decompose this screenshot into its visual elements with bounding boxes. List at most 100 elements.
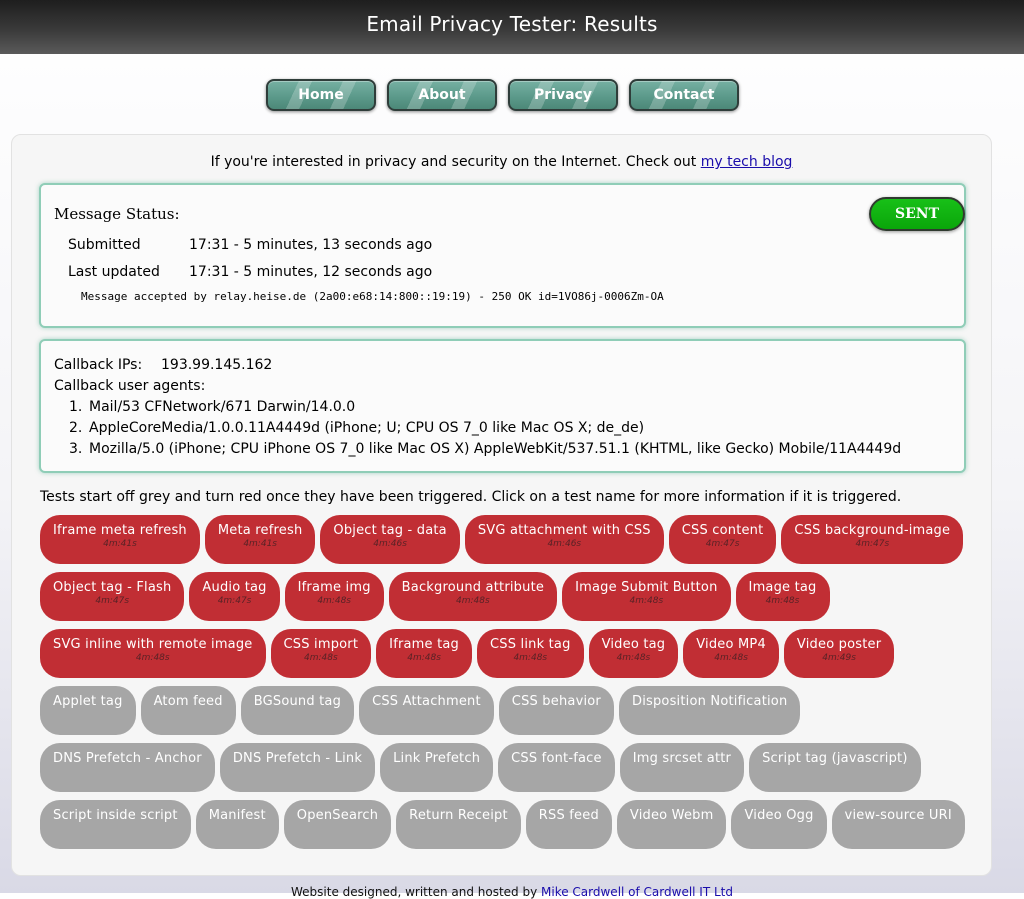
last-updated-row: Last updated 17:31 - 5 minutes, 12 second… bbox=[68, 264, 432, 280]
test-name: Iframe meta refresh bbox=[53, 523, 187, 538]
test-button[interactable]: DNS Prefetch - Link bbox=[219, 743, 376, 792]
test-button[interactable]: Object tag - Flash 4m:47s bbox=[40, 572, 185, 621]
user-agent-list: 1. Mail/53 CFNetwork/671 Darwin/14.0.0 2.… bbox=[69, 399, 901, 462]
test-name: Link Prefetch bbox=[393, 751, 481, 766]
tests-grid: Iframe meta refresh 4m:41s Meta refresh 4m:… bbox=[40, 515, 970, 849]
test-button[interactable]: CSS Attachment bbox=[359, 686, 494, 735]
test-button[interactable]: Video MP4 4m:48s bbox=[683, 629, 779, 678]
test-button[interactable]: Iframe img 4m:48s bbox=[284, 572, 384, 621]
test-trigger-time: 4m:47s bbox=[705, 539, 740, 549]
submitted-label: Submitted bbox=[68, 237, 141, 253]
test-trigger-time: 4m:49s bbox=[822, 653, 856, 663]
user-agent-text: Mozilla/5.0 (iPhone; CPU iPhone OS 7_0 l… bbox=[89, 441, 902, 457]
author-link[interactable]: Mike Cardwell of Cardwell IT Ltd bbox=[541, 885, 733, 899]
message-status-panel: Message Status: SENT Submitted 17:31 - 5 … bbox=[39, 183, 966, 328]
test-button[interactable]: Video Webm bbox=[616, 800, 727, 849]
test-name: CSS background-image bbox=[794, 523, 951, 538]
test-button[interactable]: SVG attachment with CSS 4m:46s bbox=[464, 515, 664, 564]
nav-privacy-button[interactable]: Privacy bbox=[508, 79, 618, 111]
test-button[interactable]: CSS background-image 4m:47s bbox=[781, 515, 964, 564]
callback-ips-row: Callback IPs: 193.99.145.162 bbox=[54, 357, 272, 373]
test-button[interactable]: CSS content 4m:47s bbox=[668, 515, 777, 564]
test-name: Atom feed bbox=[153, 694, 223, 709]
test-trigger-time: 4m:46s bbox=[373, 539, 407, 549]
test-button[interactable]: Iframe meta refresh 4m:41s bbox=[40, 515, 200, 564]
test-button[interactable]: OpenSearch bbox=[283, 800, 392, 849]
test-name: CSS content bbox=[681, 523, 764, 538]
test-name: CSS link tag bbox=[490, 637, 571, 652]
test-name: Script tag (javascript) bbox=[762, 751, 908, 766]
test-name: Return Receipt bbox=[409, 808, 508, 823]
test-button[interactable]: Atom feed bbox=[140, 686, 236, 735]
last-updated-value: 17:31 - 5 minutes, 12 seconds ago bbox=[189, 264, 433, 280]
test-button[interactable]: CSS font-face bbox=[498, 743, 615, 792]
test-button[interactable]: Video poster 4m:49s bbox=[783, 629, 895, 678]
nav-about-button[interactable]: About bbox=[387, 79, 497, 111]
user-agent-item: 3. Mozilla/5.0 (iPhone; CPU iPhone OS 7_0… bbox=[69, 441, 902, 457]
nav-home-button[interactable]: Home bbox=[266, 79, 376, 111]
test-button[interactable]: SVG inline with remote image 4m:48s bbox=[40, 629, 266, 678]
test-button[interactable]: CSS import 4m:48s bbox=[270, 629, 372, 678]
test-button[interactable]: RSS feed bbox=[525, 800, 612, 849]
test-trigger-time: 4m:46s bbox=[547, 539, 582, 549]
nav-contact-button[interactable]: Contact bbox=[629, 79, 739, 111]
test-name: Video MP4 bbox=[696, 637, 766, 652]
page-title: Email Privacy Tester: Results bbox=[366, 12, 658, 36]
test-button[interactable]: BGSound tag bbox=[240, 686, 355, 735]
test-button[interactable]: Script inside script bbox=[40, 800, 191, 849]
results-container: If you're interested in privacy and secu… bbox=[11, 134, 992, 876]
test-trigger-time: 4m:47s bbox=[217, 596, 252, 606]
test-button[interactable]: Link Prefetch bbox=[380, 743, 494, 792]
test-trigger-time: 4m:48s bbox=[616, 653, 651, 663]
test-name: CSS import bbox=[283, 637, 359, 652]
test-button[interactable]: Object tag - data 4m:46s bbox=[320, 515, 460, 564]
test-trigger-time: 4m:48s bbox=[513, 653, 548, 663]
test-name: CSS font-face bbox=[511, 751, 602, 766]
test-button[interactable]: Video tag 4m:48s bbox=[588, 629, 679, 678]
test-name: Object tag - Flash bbox=[53, 580, 172, 595]
test-button[interactable]: Disposition Notification bbox=[618, 686, 801, 735]
user-agent-item: 2. AppleCoreMedia/1.0.0.11A4449d (iPhone;… bbox=[69, 420, 645, 436]
submitted-value: 17:31 - 5 minutes, 13 seconds ago bbox=[189, 237, 433, 253]
test-name: DNS Prefetch - Anchor bbox=[53, 751, 202, 766]
test-button[interactable]: Script tag (javascript) bbox=[749, 743, 921, 792]
tech-blog-link[interactable]: my tech blog bbox=[701, 154, 793, 170]
test-button[interactable]: Return Receipt bbox=[396, 800, 521, 849]
callback-user-agents-label: Callback user agents: bbox=[54, 378, 206, 394]
test-button[interactable]: Iframe tag 4m:48s bbox=[376, 629, 472, 678]
test-button[interactable]: Video Ogg bbox=[731, 800, 827, 849]
test-button[interactable]: CSS link tag 4m:48s bbox=[477, 629, 584, 678]
test-name: Manifest bbox=[208, 808, 266, 823]
test-name: Meta refresh bbox=[217, 523, 303, 538]
footer: Website designed, written and hosted by … bbox=[0, 885, 1024, 899]
user-agent-text: Mail/53 CFNetwork/671 Darwin/14.0.0 bbox=[89, 399, 356, 415]
test-name: Video poster bbox=[796, 637, 882, 652]
message-status-heading: Message Status: bbox=[54, 205, 180, 223]
intro-message: If you're interested in privacy and secu… bbox=[210, 154, 701, 170]
test-button[interactable]: Background attribute 4m:48s bbox=[388, 572, 558, 621]
test-button[interactable]: DNS Prefetch - Anchor bbox=[40, 743, 215, 792]
test-button[interactable]: Meta refresh 4m:41s bbox=[204, 515, 316, 564]
test-button[interactable]: Audio tag 4m:47s bbox=[189, 572, 280, 621]
tests-intro-text: Tests start off grey and turn red once t… bbox=[40, 489, 902, 505]
relay-response: Message accepted by relay.heise.de (2a00… bbox=[81, 290, 664, 303]
test-button[interactable]: view-source URI bbox=[831, 800, 965, 849]
test-name: Script inside script bbox=[53, 808, 178, 823]
test-trigger-time: 4m:48s bbox=[714, 653, 748, 663]
test-name: Video Ogg bbox=[744, 808, 814, 823]
test-button[interactable]: Manifest bbox=[195, 800, 279, 849]
test-name: CSS Attachment bbox=[372, 694, 481, 709]
user-agent-text: AppleCoreMedia/1.0.0.11A4449d (iPhone; U… bbox=[89, 420, 645, 436]
test-button[interactable]: Applet tag bbox=[40, 686, 136, 735]
test-trigger-time: 4m:48s bbox=[629, 596, 664, 606]
user-agent-item: 1. Mail/53 CFNetwork/671 Darwin/14.0.0 bbox=[69, 399, 356, 415]
test-button[interactable]: Image tag 4m:48s bbox=[735, 572, 830, 621]
test-name: Background attribute bbox=[401, 580, 545, 595]
test-name: Disposition Notification bbox=[631, 694, 788, 709]
test-button[interactable]: CSS behavior bbox=[498, 686, 614, 735]
test-name: SVG attachment with CSS bbox=[477, 523, 651, 538]
test-button[interactable]: Image Submit Button 4m:48s bbox=[562, 572, 731, 621]
test-trigger-time: 4m:48s bbox=[304, 653, 338, 663]
test-button[interactable]: Img srcset attr bbox=[619, 743, 745, 792]
test-name: view-source URI bbox=[844, 808, 952, 823]
